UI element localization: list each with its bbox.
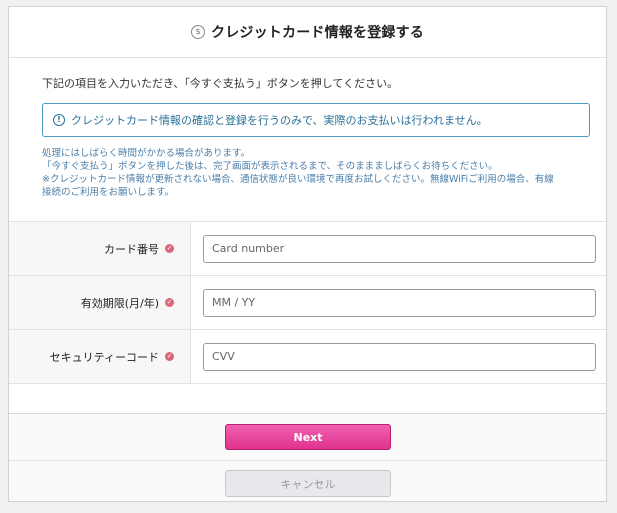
form-row-card-number: カード番号 ✓ xyxy=(9,222,606,276)
cvv-input[interactable] xyxy=(203,342,596,371)
credit-card-dialog: $ クレジットカード情報を登録する 下記の項目を入力いただき、「今すぐ支払う」ボ… xyxy=(8,6,607,502)
note-line: 接続のご利用をお願いします。 xyxy=(42,187,175,198)
expiry-input[interactable] xyxy=(203,288,596,317)
required-icon: ✓ xyxy=(165,352,174,361)
note-line: ※クレジットカード情報が更新されない場合、通信状態が良い環境で再度お試しください… xyxy=(42,174,554,185)
notes: 処理にはしばらく時間がかかる場合があります。 「今すぐ支払う」ボタンを押した後は… xyxy=(42,147,602,199)
field-label: カード番号 ✓ xyxy=(9,222,191,275)
note-line: 「今すぐ支払う」ボタンを押した後は、完了画面が表示されるまで、そのままましばらく… xyxy=(42,161,498,172)
info-circle-icon: ! xyxy=(53,114,65,126)
instructions-text: 下記の項目を入力いただき、「今すぐ支払う」ボタンを押してください。 xyxy=(42,77,399,90)
cvv-label: セキュリティーコード xyxy=(49,350,159,364)
expiry-label: 有効期限(月/年) xyxy=(80,296,159,310)
form-row-expiry: 有効期限(月/年) ✓ xyxy=(9,276,606,330)
notice-box: ! クレジットカード情報の確認と登録を行うのみで、実際のお支払いは行われません。 xyxy=(42,103,590,137)
field-label: 有効期限(月/年) ✓ xyxy=(9,276,191,329)
cancel-button[interactable]: キャンセル xyxy=(225,470,391,497)
yen-circle-icon: $ xyxy=(191,25,205,39)
next-button[interactable]: Next xyxy=(225,424,391,450)
field-cell xyxy=(191,330,606,383)
dialog-header: $ クレジットカード情報を登録する xyxy=(9,7,606,58)
required-icon: ✓ xyxy=(165,298,174,307)
field-cell xyxy=(191,276,606,329)
form-row-cvv: セキュリティーコード ✓ xyxy=(9,330,606,384)
field-cell xyxy=(191,222,606,275)
required-icon: ✓ xyxy=(165,244,174,253)
card-number-label: カード番号 xyxy=(104,242,159,256)
note-line: 処理にはしばらく時間がかかる場合があります。 xyxy=(42,148,251,159)
notice-text: クレジットカード情報の確認と登録を行うのみで、実際のお支払いは行われません。 xyxy=(71,114,488,127)
dialog-title: クレジットカード情報を登録する xyxy=(211,25,424,41)
field-label: セキュリティーコード ✓ xyxy=(9,330,191,383)
card-form: カード番号 ✓ 有効期限(月/年) ✓ セキュリティーコード ✓ xyxy=(9,221,606,384)
dialog-footer: Next キャンセル xyxy=(9,413,606,501)
card-number-input[interactable] xyxy=(203,234,596,263)
footer-divider xyxy=(9,460,606,461)
